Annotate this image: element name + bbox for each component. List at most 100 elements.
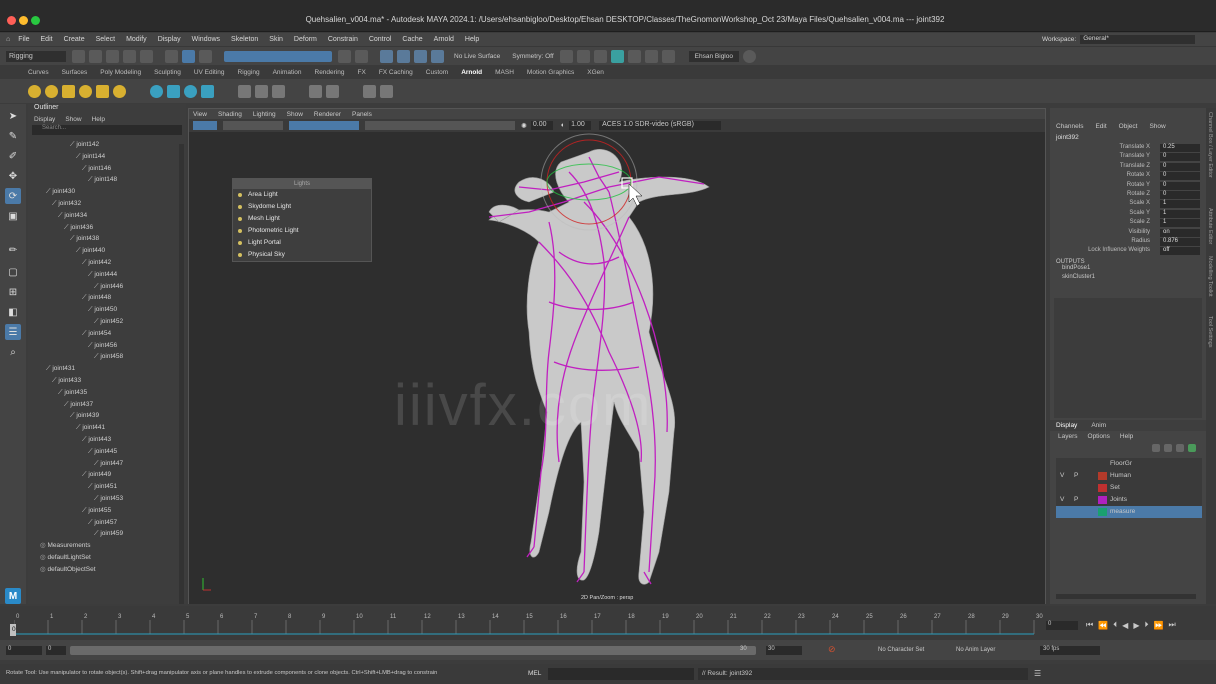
menu-file[interactable]: File (18, 36, 29, 43)
outliner-item[interactable]: ⟋ joint444 (28, 269, 186, 281)
maya-logo-icon[interactable]: M (5, 588, 21, 604)
layer-menu-help[interactable]: Help (1120, 433, 1133, 440)
select-hierarchy-icon[interactable] (165, 49, 178, 63)
maximize-window-button[interactable] (31, 16, 40, 25)
shelf-tab-surfaces[interactable]: Surfaces (62, 69, 88, 76)
close-window-button[interactable] (7, 16, 16, 25)
outliner-item[interactable]: ⟋ joint142 (28, 139, 186, 151)
play-render-icon[interactable] (380, 84, 393, 98)
outliner-item[interactable]: ⟋ joint438 (28, 233, 186, 245)
channel-menu-show[interactable]: Show (1149, 123, 1165, 130)
skydome-light-icon[interactable] (79, 84, 92, 98)
step-forward-key-icon[interactable]: ⏵ (1144, 620, 1148, 630)
move-tool-icon[interactable]: ✥ (5, 168, 21, 184)
select-component-icon[interactable] (199, 49, 212, 63)
layer-scrollbar[interactable] (1056, 594, 1196, 599)
outliner-item[interactable]: ⟋ joint432 (28, 198, 186, 210)
shelf-tab-uv-editing[interactable]: UV Editing (194, 69, 225, 76)
layer-row[interactable]: Set (1056, 482, 1202, 494)
channel-attribute-row[interactable]: Rotate Z 0 (1050, 190, 1206, 200)
channel-attribute-row[interactable]: Visibility on (1050, 228, 1206, 238)
side-tab[interactable]: Tool Settings (1207, 316, 1213, 348)
channel-menu-object[interactable]: Object (1119, 123, 1138, 130)
light-manager-icon[interactable] (255, 84, 268, 98)
command-line-input[interactable] (548, 668, 694, 680)
fps-dropdown[interactable]: 30 fps (1040, 646, 1100, 655)
color-space-dropdown[interactable]: ACES 1.0 SDR-video (sRGB) (599, 121, 722, 130)
layer-row[interactable]: V P Human (1056, 470, 1202, 482)
channel-attribute-value[interactable]: 0 (1160, 162, 1200, 171)
render-sun-icon[interactable] (28, 84, 41, 98)
channel-attribute-value[interactable]: 0 (1160, 153, 1200, 162)
shelf-tab-fx[interactable]: FX (358, 69, 366, 76)
save-scene-icon[interactable] (106, 49, 119, 63)
pause-icon[interactable] (661, 49, 675, 63)
area-light-icon[interactable] (96, 84, 109, 98)
layer-tab-anim[interactable]: Anim (1091, 422, 1106, 429)
side-tab[interactable]: Attribute Editor (1207, 208, 1213, 244)
grid-display-icons[interactable] (289, 121, 359, 130)
shelf-tab-curves[interactable]: Curves (28, 69, 49, 76)
viewport-menu-show[interactable]: Show (287, 111, 303, 118)
home-icon[interactable]: ⌂ (6, 36, 10, 43)
channel-attribute-value[interactable]: 0 (1160, 172, 1200, 181)
snap-point-icon[interactable] (414, 49, 427, 63)
workspace-dropdown[interactable]: General* (1080, 35, 1196, 44)
layer-color-swatch[interactable] (1098, 472, 1107, 481)
channel-attribute-row[interactable]: Translate Z 0 (1050, 162, 1206, 172)
lights-menu-item[interactable]: Physical Sky (233, 249, 371, 261)
shading-display-icons[interactable] (365, 121, 515, 130)
layer-color-swatch[interactable] (1098, 508, 1107, 517)
layer-row[interactable]: measure (1056, 506, 1202, 518)
light-icon[interactable] (45, 84, 58, 98)
shelf-tab-animation[interactable]: Animation (273, 69, 302, 76)
outliner-item[interactable]: ⟋ joint456 (28, 340, 186, 352)
outliner-item[interactable]: ⟋ joint440 (28, 245, 186, 257)
last-tool-icon[interactable]: ✏ (5, 242, 21, 258)
shelf-tab-xgen[interactable]: XGen (587, 69, 604, 76)
menu-skin[interactable]: Skin (269, 36, 283, 43)
menu-control[interactable]: Control (369, 36, 392, 43)
outliner-item[interactable]: ⟋ joint437 (28, 399, 186, 411)
texture-manager-icon[interactable] (238, 84, 251, 98)
undo-icon[interactable] (123, 49, 136, 63)
flush-cache-icon[interactable] (272, 84, 285, 98)
outliner-item[interactable]: ⟋ joint442 (28, 257, 186, 269)
menu-windows[interactable]: Windows (192, 36, 220, 43)
outliner-item[interactable]: ⟋ joint148 (28, 174, 186, 186)
menu-edit[interactable]: Edit (41, 36, 53, 43)
viewport-menu-lighting[interactable]: Lighting (253, 111, 276, 118)
menu-arnold[interactable]: Arnold (434, 36, 454, 43)
channel-attribute-value[interactable]: on (1160, 228, 1200, 237)
hypershade-icon[interactable] (644, 49, 658, 63)
rotate-tool-icon[interactable]: ⟳ (5, 188, 21, 204)
snap-grid-icon[interactable] (380, 49, 393, 63)
go-to-end-icon[interactable]: ⏭ (1168, 620, 1175, 630)
new-layer-icon[interactable] (1176, 444, 1184, 452)
render-icon[interactable] (593, 49, 607, 63)
lights-menu-item[interactable]: Skydome Light (233, 201, 371, 213)
layer-visibility-toggle[interactable]: V (1060, 472, 1064, 479)
script-language-toggle[interactable]: MEL (528, 670, 541, 677)
shelf-tab-rendering[interactable]: Rendering (315, 69, 345, 76)
menu-select[interactable]: Select (96, 36, 115, 43)
shelf-tab-sculpting[interactable]: Sculpting (154, 69, 181, 76)
outliner-item[interactable]: ⟋ joint458 (28, 351, 186, 363)
symmetry-dropdown[interactable]: Symmetry: Off (512, 53, 553, 60)
channel-attribute-value[interactable]: 0.25 (1160, 144, 1200, 152)
outliner-layout-icon[interactable]: ☰ (5, 324, 21, 340)
render-view-icon[interactable] (576, 49, 590, 63)
layer-color-swatch[interactable] (1098, 496, 1107, 505)
step-back-key-icon[interactable]: ⏴ (1113, 620, 1117, 630)
move-layer-down-icon[interactable] (1164, 444, 1172, 452)
channel-menu-channels[interactable]: Channels (1056, 123, 1083, 130)
live-surface-field[interactable]: No Live Surface (454, 53, 500, 60)
lock-selection-icon[interactable] (338, 49, 351, 63)
menu-constrain[interactable]: Constrain (328, 36, 358, 43)
channel-attribute-value[interactable]: 0 (1160, 181, 1200, 190)
outliner-item[interactable]: ⟋ joint459 (28, 528, 186, 540)
outliner-item[interactable]: ⟋ joint452 (28, 316, 186, 328)
shelf-tab-fx-caching[interactable]: FX Caching (379, 69, 413, 76)
arnold-standin-icon[interactable] (150, 84, 163, 98)
side-tab[interactable]: Modelling Toolkit (1207, 256, 1213, 297)
